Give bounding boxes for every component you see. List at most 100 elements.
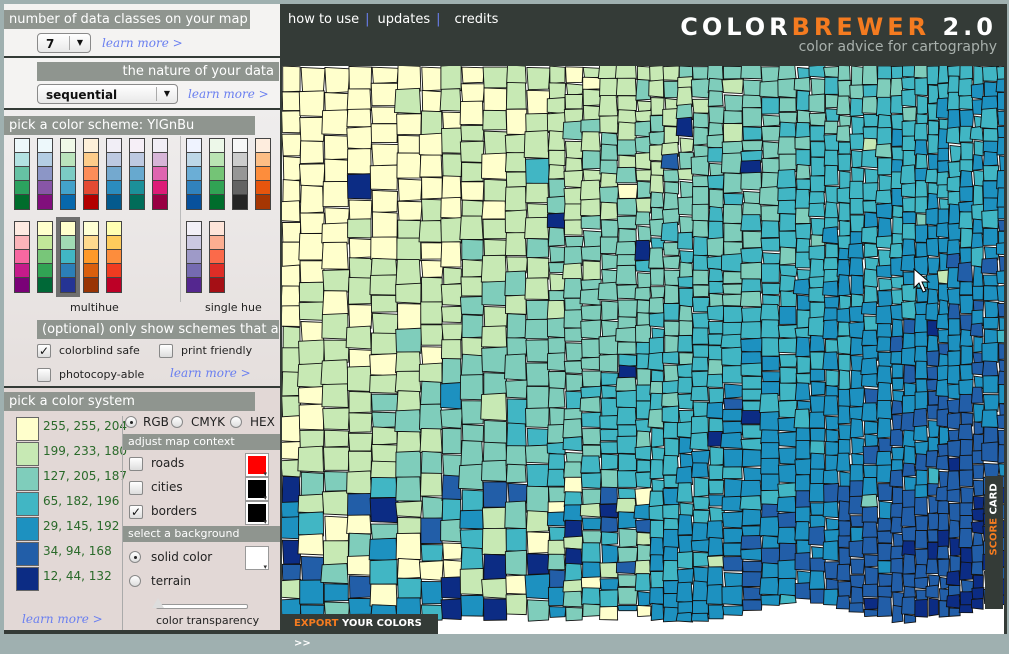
county[interactable]	[912, 407, 928, 429]
county[interactable]	[741, 94, 762, 109]
county[interactable]	[483, 130, 509, 157]
county[interactable]	[547, 501, 566, 514]
county[interactable]	[740, 306, 764, 324]
county[interactable]	[892, 486, 904, 506]
county[interactable]	[721, 585, 743, 606]
county[interactable]	[600, 143, 619, 163]
county[interactable]	[946, 412, 961, 430]
county[interactable]	[664, 284, 680, 305]
county[interactable]	[864, 420, 879, 435]
county[interactable]	[580, 356, 602, 371]
county[interactable]	[795, 121, 811, 139]
county[interactable]	[282, 200, 301, 223]
county[interactable]	[615, 376, 637, 392]
county[interactable]	[648, 296, 665, 315]
county[interactable]	[563, 203, 583, 221]
county[interactable]	[505, 593, 528, 616]
county[interactable]	[483, 178, 508, 204]
county[interactable]	[708, 387, 725, 405]
county[interactable]	[546, 195, 566, 215]
county[interactable]	[459, 100, 484, 126]
county[interactable]	[506, 398, 528, 425]
county[interactable]	[837, 580, 852, 599]
county[interactable]	[635, 169, 652, 182]
county[interactable]	[481, 527, 508, 556]
county[interactable]	[662, 454, 680, 476]
county[interactable]	[676, 581, 694, 603]
county[interactable]	[877, 290, 894, 308]
county[interactable]	[599, 415, 619, 430]
county[interactable]	[935, 454, 950, 471]
county[interactable]	[618, 528, 638, 548]
county[interactable]	[969, 125, 984, 141]
county[interactable]	[795, 506, 811, 524]
county[interactable]	[981, 209, 1000, 230]
county[interactable]	[849, 418, 864, 439]
county[interactable]	[707, 321, 725, 335]
county[interactable]	[723, 398, 745, 411]
county[interactable]	[581, 150, 601, 170]
county[interactable]	[836, 452, 851, 472]
county[interactable]	[914, 453, 928, 472]
scheme-ramp[interactable]	[56, 217, 80, 297]
county[interactable]	[662, 503, 680, 520]
county[interactable]	[461, 489, 484, 513]
cities-checkbox[interactable]	[129, 481, 143, 495]
county[interactable]	[648, 504, 665, 522]
county[interactable]	[835, 595, 851, 610]
county[interactable]	[418, 362, 443, 384]
county[interactable]	[440, 339, 462, 360]
county[interactable]	[369, 559, 398, 586]
county[interactable]	[850, 116, 865, 136]
county[interactable]	[723, 192, 744, 206]
county[interactable]	[901, 300, 917, 320]
county[interactable]	[483, 305, 508, 329]
county[interactable]	[420, 301, 443, 325]
county[interactable]	[809, 258, 826, 279]
county[interactable]	[972, 531, 984, 548]
county[interactable]	[282, 441, 301, 460]
county[interactable]	[323, 446, 350, 471]
county[interactable]	[525, 510, 550, 533]
county[interactable]	[708, 280, 724, 294]
county[interactable]	[809, 557, 826, 573]
county[interactable]	[677, 276, 694, 289]
county[interactable]	[795, 440, 811, 460]
borders-checkbox[interactable]: ✓	[129, 505, 143, 519]
county[interactable]	[599, 159, 619, 175]
county[interactable]	[525, 407, 550, 428]
classes-select[interactable]: 7 ▼	[37, 33, 91, 53]
county[interactable]	[371, 189, 398, 214]
county[interactable]	[809, 428, 826, 442]
county[interactable]	[762, 252, 782, 266]
county[interactable]	[761, 282, 781, 296]
county[interactable]	[421, 89, 444, 114]
county[interactable]	[925, 584, 939, 599]
county[interactable]	[505, 463, 527, 484]
county[interactable]	[679, 250, 695, 264]
county[interactable]	[599, 441, 620, 455]
county[interactable]	[482, 441, 508, 464]
county[interactable]	[914, 548, 930, 567]
county[interactable]	[599, 236, 619, 254]
county[interactable]	[648, 490, 665, 507]
county[interactable]	[662, 66, 680, 81]
county[interactable]	[722, 172, 743, 194]
county[interactable]	[946, 470, 961, 492]
county[interactable]	[579, 288, 601, 306]
county[interactable]	[875, 78, 893, 100]
county[interactable]	[778, 97, 797, 113]
county[interactable]	[616, 435, 638, 455]
nature-learn-more-link[interactable]: learn more >	[188, 87, 269, 101]
county[interactable]	[889, 242, 904, 259]
county[interactable]	[321, 312, 349, 340]
county[interactable]	[913, 345, 928, 363]
county[interactable]	[582, 88, 602, 107]
county[interactable]	[706, 237, 725, 258]
county[interactable]	[889, 469, 904, 488]
county[interactable]	[547, 453, 566, 472]
county[interactable]	[635, 324, 652, 344]
county[interactable]	[580, 198, 601, 217]
county[interactable]	[981, 360, 999, 377]
roads-checkbox[interactable]	[129, 457, 143, 471]
